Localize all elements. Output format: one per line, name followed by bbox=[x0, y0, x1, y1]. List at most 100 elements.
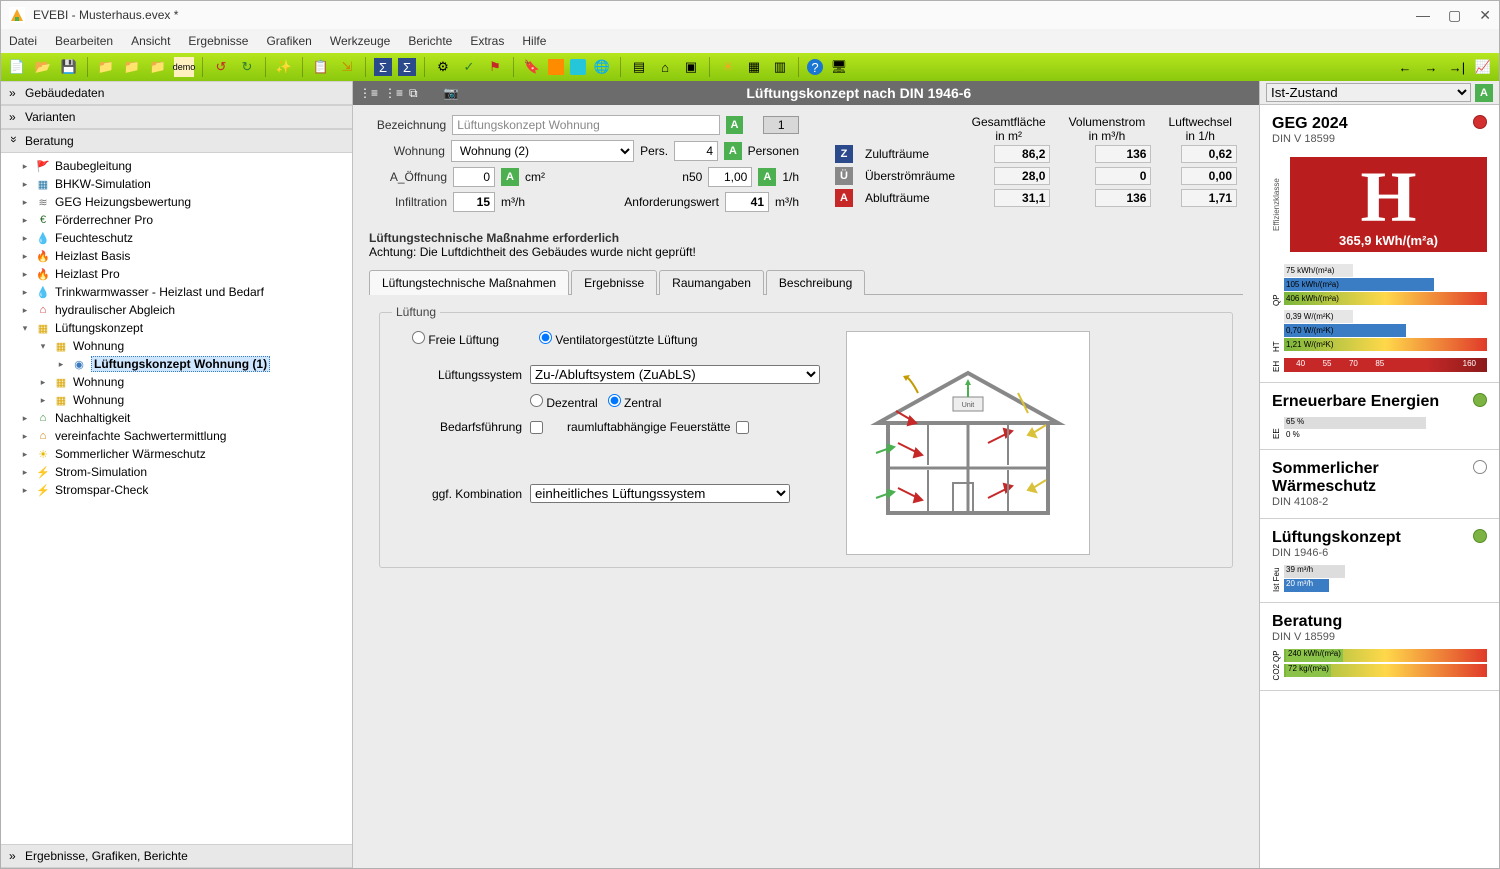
tree-item[interactable]: ▸⌂Nachhaltigkeit bbox=[1, 409, 352, 427]
flag-icon[interactable]: ⚑ bbox=[485, 57, 505, 77]
minimize-button[interactable]: — bbox=[1416, 7, 1430, 24]
tree-item[interactable]: ▸⌂vereinfachte Sachwertermittlung bbox=[1, 427, 352, 445]
tool3-icon[interactable]: ▥ bbox=[770, 57, 790, 77]
db-icon[interactable]: ▤ bbox=[629, 57, 649, 77]
badge-ist-icon[interactable]: A bbox=[1475, 84, 1493, 102]
monitor-icon[interactable]: 🖥 bbox=[829, 57, 849, 77]
tb2-icon[interactable]: ⋮≡ bbox=[384, 86, 403, 100]
tree-item[interactable]: ▸⚡Stromspar-Check bbox=[1, 481, 352, 499]
tool-icon[interactable]: ▣ bbox=[681, 57, 701, 77]
tab[interactable]: Ergebnisse bbox=[571, 270, 657, 295]
label-anforderung: Anforderungswert bbox=[624, 195, 719, 209]
checkbox-bedarf[interactable] bbox=[530, 421, 543, 434]
input-aoeffnung[interactable] bbox=[453, 167, 495, 187]
radio-dezentral[interactable]: Dezentral bbox=[530, 394, 598, 410]
tree-icon: ⚡ bbox=[35, 482, 51, 498]
menu-berichte[interactable]: Berichte bbox=[408, 34, 452, 48]
section-gebaeudedaten[interactable]: »Gebäudedaten bbox=[1, 81, 352, 105]
menu-datei[interactable]: Datei bbox=[9, 34, 37, 48]
chart-icon[interactable]: 📈 bbox=[1473, 57, 1493, 77]
tree-item[interactable]: ▸⚡Strom-Simulation bbox=[1, 463, 352, 481]
select-kombi[interactable]: einheitliches Lüftungssystem bbox=[530, 484, 790, 503]
menu-hilfe[interactable]: Hilfe bbox=[522, 34, 546, 48]
select-wohnung[interactable]: Wohnung (2) bbox=[451, 140, 634, 162]
tree-item[interactable]: ▸≋GEG Heizungsbewertung bbox=[1, 193, 352, 211]
sigma-icon[interactable]: Σ bbox=[374, 58, 392, 76]
globe-icon[interactable]: 🌐 bbox=[592, 57, 612, 77]
menu-extras[interactable]: Extras bbox=[470, 34, 504, 48]
open-icon[interactable]: 📂 bbox=[33, 57, 53, 77]
section-beratung[interactable]: »Beratung bbox=[1, 129, 352, 153]
demo-icon[interactable]: demo bbox=[174, 57, 194, 77]
badge-a3-icon: A bbox=[501, 168, 519, 186]
tb1-icon[interactable]: ⋮≡ bbox=[359, 86, 378, 100]
tree-icon: ▦ bbox=[53, 338, 69, 354]
orange-icon[interactable] bbox=[548, 59, 564, 75]
radio-freie[interactable]: Freie Lüftung bbox=[412, 331, 499, 347]
tree-item[interactable]: ▸▦BHKW-Simulation bbox=[1, 175, 352, 193]
folder-arrow-icon[interactable]: 📁 bbox=[148, 57, 168, 77]
select-lueftsystem[interactable]: Zu-/Abluftsystem (ZuAbLS) bbox=[530, 365, 820, 384]
section-varianten[interactable]: »Varianten bbox=[1, 105, 352, 129]
tree-item[interactable]: ▸🔥Heizlast Basis bbox=[1, 247, 352, 265]
check-icon[interactable]: ✓ bbox=[459, 57, 479, 77]
skip-icon[interactable]: →| bbox=[1447, 57, 1467, 77]
radio-zentral[interactable]: Zentral bbox=[608, 394, 662, 410]
ventilation-diagram: Unit bbox=[846, 331, 1090, 555]
radio-vent[interactable]: Ventilatorgestützte Lüftung bbox=[539, 331, 697, 347]
tree-item[interactable]: ▾▦Lüftungskonzept bbox=[1, 319, 352, 337]
tag-icon[interactable]: 🔖 bbox=[522, 57, 542, 77]
tb-camera-icon[interactable]: 📷 bbox=[444, 86, 459, 100]
menu-werkzeuge[interactable]: Werkzeuge bbox=[330, 34, 390, 48]
select-ist-zustand[interactable]: Ist-Zustand bbox=[1266, 83, 1471, 102]
input-bezeichnung[interactable] bbox=[452, 115, 719, 135]
tree-item[interactable]: ▸▦Wohnung bbox=[1, 391, 352, 409]
forward-icon[interactable]: → bbox=[1421, 57, 1441, 77]
section-ergebnisse[interactable]: »Ergebnisse, Grafiken, Berichte bbox=[1, 844, 352, 868]
redo-icon[interactable]: ↻ bbox=[237, 57, 257, 77]
tree-item[interactable]: ▸🔥Heizlast Pro bbox=[1, 265, 352, 283]
maximize-button[interactable]: ▢ bbox=[1448, 7, 1461, 24]
undo-icon[interactable]: ↺ bbox=[211, 57, 231, 77]
tree-item[interactable]: ▸🚩Baubegleitung bbox=[1, 157, 352, 175]
tree-item[interactable]: ▸💧Feuchteschutz bbox=[1, 229, 352, 247]
home-icon[interactable]: ⌂ bbox=[655, 57, 675, 77]
menu-bearbeiten[interactable]: Bearbeiten bbox=[55, 34, 113, 48]
new-icon[interactable]: 📄 bbox=[7, 57, 27, 77]
help-icon[interactable]: ? bbox=[807, 59, 823, 75]
menu-grafiken[interactable]: Grafiken bbox=[266, 34, 311, 48]
tab[interactable]: Raumangaben bbox=[659, 270, 764, 295]
wand-icon[interactable]: ✨ bbox=[274, 57, 294, 77]
tb-copy-icon[interactable]: ⧉ bbox=[409, 86, 418, 101]
tree-item[interactable]: ▸☀Sommerlicher Wärmeschutz bbox=[1, 445, 352, 463]
doc-icon[interactable]: 📋 bbox=[311, 57, 331, 77]
cyan-icon[interactable] bbox=[570, 59, 586, 75]
tool2-icon[interactable]: ▦ bbox=[744, 57, 764, 77]
close-button[interactable]: ✕ bbox=[1479, 7, 1491, 24]
menu-ergebnisse[interactable]: Ergebnisse bbox=[188, 34, 248, 48]
sigma2-icon[interactable]: Σ bbox=[398, 58, 416, 76]
tree-item[interactable]: ▸💧Trinkwarmwasser - Heizlast und Bedarf bbox=[1, 283, 352, 301]
tab[interactable]: Lüftungstechnische Maßnahmen bbox=[369, 270, 569, 295]
menu-ansicht[interactable]: Ansicht bbox=[131, 34, 170, 48]
sun-icon[interactable]: ☀ bbox=[718, 57, 738, 77]
settings-icon[interactable]: ⚙ bbox=[433, 57, 453, 77]
tree-item[interactable]: ▸⌂hydraulischer Abgleich bbox=[1, 301, 352, 319]
back-icon[interactable]: ← bbox=[1395, 57, 1415, 77]
save-icon[interactable]: 💾 bbox=[59, 57, 79, 77]
tree-icon: 🔥 bbox=[35, 266, 51, 282]
tree-item[interactable]: ▸▦Wohnung bbox=[1, 373, 352, 391]
checkbox-feuer[interactable] bbox=[736, 421, 749, 434]
tab[interactable]: Beschreibung bbox=[766, 270, 865, 295]
folder-icon[interactable]: 📁 bbox=[96, 57, 116, 77]
expand-icon[interactable]: ⇲ bbox=[337, 57, 357, 77]
input-anforderung bbox=[725, 192, 769, 212]
folder-plus-icon[interactable]: 📁 bbox=[122, 57, 142, 77]
tree-item[interactable]: ▾▦Wohnung bbox=[1, 337, 352, 355]
tree-icon: ◉ bbox=[71, 356, 87, 372]
input-pers[interactable] bbox=[674, 141, 718, 161]
input-n50[interactable] bbox=[708, 167, 752, 187]
label-lueftsystem: Lüftungssystem bbox=[392, 368, 522, 382]
tree-item[interactable]: ▸€Förderrechner Pro bbox=[1, 211, 352, 229]
tree-item[interactable]: ▸◉Lüftungskonzept Wohnung (1) bbox=[1, 355, 352, 373]
